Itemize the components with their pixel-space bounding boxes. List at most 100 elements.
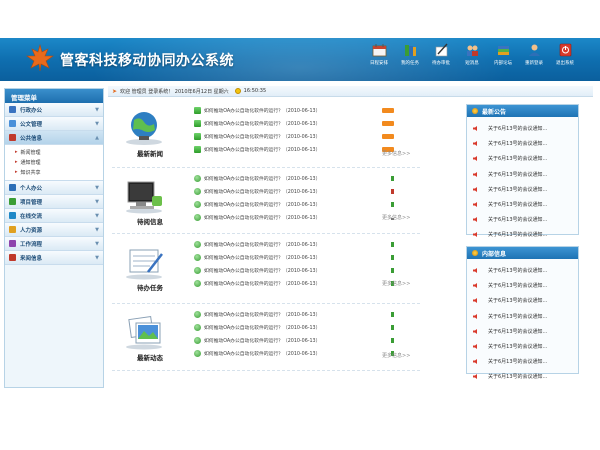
to-read-list: 如何推动OA办公自动化软件的运行？（2010-06-13） 如何推动OA办公自动… <box>194 172 394 224</box>
item-title: 关于6月13号的会议通知... <box>488 126 548 133</box>
sidebar-item-admin-office[interactable]: 行政办公 ▼ <box>5 103 103 117</box>
check-icon <box>194 214 201 221</box>
photos-icon <box>126 315 162 350</box>
list-item[interactable]: 如何推动OA办公自动化软件的运行？（2010-06-13） <box>194 211 394 224</box>
speaker-icon <box>473 328 477 334</box>
item-title: 关于6月13号的会议通知... <box>488 328 548 335</box>
list-item[interactable]: 如何推动OA办公自动化软件的运行？（2010-06-13） <box>194 104 394 117</box>
list-item[interactable]: 如何推动OA办公自动化软件的运行？（2010-06-13） <box>194 130 394 143</box>
list-item[interactable]: 关于6月13号的会议通知... <box>467 212 578 227</box>
sidebar-item-chat[interactable]: 在线交流 ▼ <box>5 209 103 223</box>
announcements-panel: 最新公告 关于6月13号的会议通知... 关于6月13号的会议通知... 关于6… <box>466 104 579 238</box>
list-item[interactable]: 关于6月13号的会议通知... <box>467 227 578 242</box>
item-title: 如何推动OA办公自动化软件的运行？（2010-06-13） <box>204 122 321 127</box>
submenu-item-notices[interactable]: ▸ 通知管理 <box>5 157 103 167</box>
sidebar-item-workflow[interactable]: 工作流程 ▼ <box>5 237 103 251</box>
speaker-icon <box>473 186 477 192</box>
list-item[interactable]: 如何推动OA办公自动化软件的运行？（2010-06-13） <box>194 185 394 198</box>
more-link[interactable]: 更多信息>> <box>382 352 422 359</box>
speaker-icon <box>473 283 477 289</box>
submenu-item-knowledge[interactable]: ▸ 知识共享 <box>5 167 103 177</box>
more-link[interactable]: 更多信息>> <box>382 150 422 157</box>
list-item[interactable]: 关于6月13号的会议通知... <box>467 309 578 324</box>
check-icon <box>194 254 201 261</box>
list-item[interactable]: 如何推动OA办公自动化软件的运行？（2010-06-13） <box>194 251 394 264</box>
submenu-item-news[interactable]: ▸ 新闻管理 <box>5 147 103 157</box>
list-item[interactable]: 如何推动OA办公自动化软件的运行？（2010-06-13） <box>194 143 394 156</box>
sidebar-item-hr[interactable]: 人力资源 ▼ <box>5 223 103 237</box>
sidebar-item-label: 公文管理 <box>20 121 43 128</box>
status-marker-icon <box>391 189 394 194</box>
internal-info-list: 关于6月13号的会议通知... 关于6月13号的会议通知... 关于6月13号的… <box>467 259 578 387</box>
item-title: 如何推动OA办公自动化软件的运行？（2010-06-13） <box>204 256 321 261</box>
check-icon <box>194 311 201 318</box>
pending-tasks-list: 如何推动OA办公自动化软件的运行？（2010-06-13） 如何推动OA办公自动… <box>194 238 394 290</box>
section-latest-activity: 最新动态 如何推动OA办公自动化软件的运行？（2010-06-13） 如何推动O… <box>112 308 420 373</box>
item-title: 如何推动OA办公自动化软件的运行？（2010-06-13） <box>204 269 321 274</box>
list-item[interactable]: 如何推动OA办公自动化软件的运行？（2010-06-13） <box>194 172 394 185</box>
list-item[interactable]: 如何推动OA办公自动化软件的运行？（2010-06-13） <box>194 198 394 211</box>
status-marker-icon <box>391 268 394 273</box>
nav-tasks-button[interactable]: 我的任务 <box>395 41 425 79</box>
list-item[interactable]: 关于6月13号的会议通知... <box>467 197 578 212</box>
nav-forum-button[interactable]: 内部论坛 <box>488 41 518 79</box>
list-item[interactable]: 关于6月13号的会议通知... <box>467 369 578 384</box>
nav-label: 我的任务 <box>401 61 419 66</box>
list-item[interactable]: 如何推动OA办公自动化软件的运行？（2010-06-13） <box>194 308 394 321</box>
list-item[interactable]: 如何推动OA办公自动化软件的运行？（2010-06-13） <box>194 238 394 251</box>
list-item[interactable]: 关于6月13号的会议通知... <box>467 151 578 166</box>
page-root: 管客科技移动协同办公系统 日程安排 我的任务 待办审批 短消息 内部论坛 重新登… <box>0 0 600 450</box>
list-item[interactable]: 如何推动OA办公自动化软件的运行？（2010-06-13） <box>194 334 394 347</box>
list-item[interactable]: 如何推动OA办公自动化软件的运行？（2010-06-13） <box>194 117 394 130</box>
item-title: 关于6月13号的会议通知... <box>488 268 548 275</box>
nav-approval-button[interactable]: 待办审批 <box>426 41 456 79</box>
nav-label: 待办审批 <box>432 61 450 66</box>
nav-schedule-button[interactable]: 日程安排 <box>364 41 394 79</box>
list-item[interactable]: 关于6月13号的会议通知... <box>467 278 578 293</box>
list-item[interactable]: 如何推动OA办公自动化软件的运行？（2010-06-13） <box>194 321 394 334</box>
sidebar-item-projects[interactable]: 项目管理 ▼ <box>5 195 103 209</box>
status-marker-icon <box>391 338 394 343</box>
speaker-icon <box>473 344 477 350</box>
sidebar-item-personal[interactable]: 个人办公 ▼ <box>5 181 103 195</box>
panel-header: 最新公告 <box>467 105 578 117</box>
list-item[interactable]: 关于6月13号的会议通知... <box>467 121 578 136</box>
nav-exit-button[interactable]: 退出系统 <box>550 41 580 79</box>
item-title: 关于6月13号的会议通知... <box>488 217 548 224</box>
pen-icon <box>435 43 448 57</box>
section-title: 最新新闻 <box>137 150 163 158</box>
nav-label: 重新登录 <box>525 61 543 66</box>
item-title: 如何推动OA办公自动化软件的运行？（2010-06-13） <box>204 148 321 153</box>
list-item[interactable]: 如何推动OA办公自动化软件的运行？（2010-06-13） <box>194 277 394 290</box>
item-title: 如何推动OA办公自动化软件的运行？（2010-06-13） <box>204 282 321 287</box>
divider <box>112 233 420 234</box>
list-item[interactable]: 如何推动OA办公自动化软件的运行？（2010-06-13） <box>194 347 394 360</box>
list-item[interactable]: 关于6月13号的会议通知... <box>467 293 578 308</box>
list-item[interactable]: 如何推动OA办公自动化软件的运行？（2010-06-13） <box>194 264 394 277</box>
more-link[interactable]: 更多信息>> <box>382 214 422 221</box>
top-nav: 日程安排 我的任务 待办审批 短消息 内部论坛 重新登录 退出系统 <box>364 41 581 79</box>
divider <box>112 303 420 304</box>
item-title: 如何推动OA办公自动化软件的运行？（2010-06-13） <box>204 313 321 318</box>
bullet-icon <box>472 250 478 256</box>
welcome-arrow-icon: ➤ <box>112 87 118 95</box>
more-link[interactable]: 更多信息>> <box>382 280 422 287</box>
speaker-icon <box>473 202 477 208</box>
sidebar-item-read-info[interactable]: 来阅信息 ▼ <box>5 251 103 265</box>
speaker-icon <box>473 374 477 380</box>
list-item[interactable]: 关于6月13号的会议通知... <box>467 263 578 278</box>
workflow-icon <box>9 240 16 247</box>
list-item[interactable]: 关于6月13号的会议通知... <box>467 354 578 369</box>
list-item[interactable]: 关于6月13号的会议通知... <box>467 339 578 354</box>
sidebar-item-documents[interactable]: 公文管理 ▼ <box>5 117 103 131</box>
chevron-down-icon: ▼ <box>95 255 99 261</box>
nav-messages-button[interactable]: 短消息 <box>457 41 487 79</box>
list-item[interactable]: 关于6月13号的会议通知... <box>467 182 578 197</box>
nav-relogin-button[interactable]: 重新登录 <box>519 41 549 79</box>
sidebar-item-public-info[interactable]: 公共信息 ▲ <box>5 131 103 145</box>
list-item[interactable]: 关于6月13号的会议通知... <box>467 136 578 151</box>
status-marker-icon <box>391 325 394 330</box>
list-item[interactable]: 关于6月13号的会议通知... <box>467 324 578 339</box>
panel-header: 内部信息 <box>467 247 578 259</box>
list-item[interactable]: 关于6月13号的会议通知... <box>467 167 578 182</box>
